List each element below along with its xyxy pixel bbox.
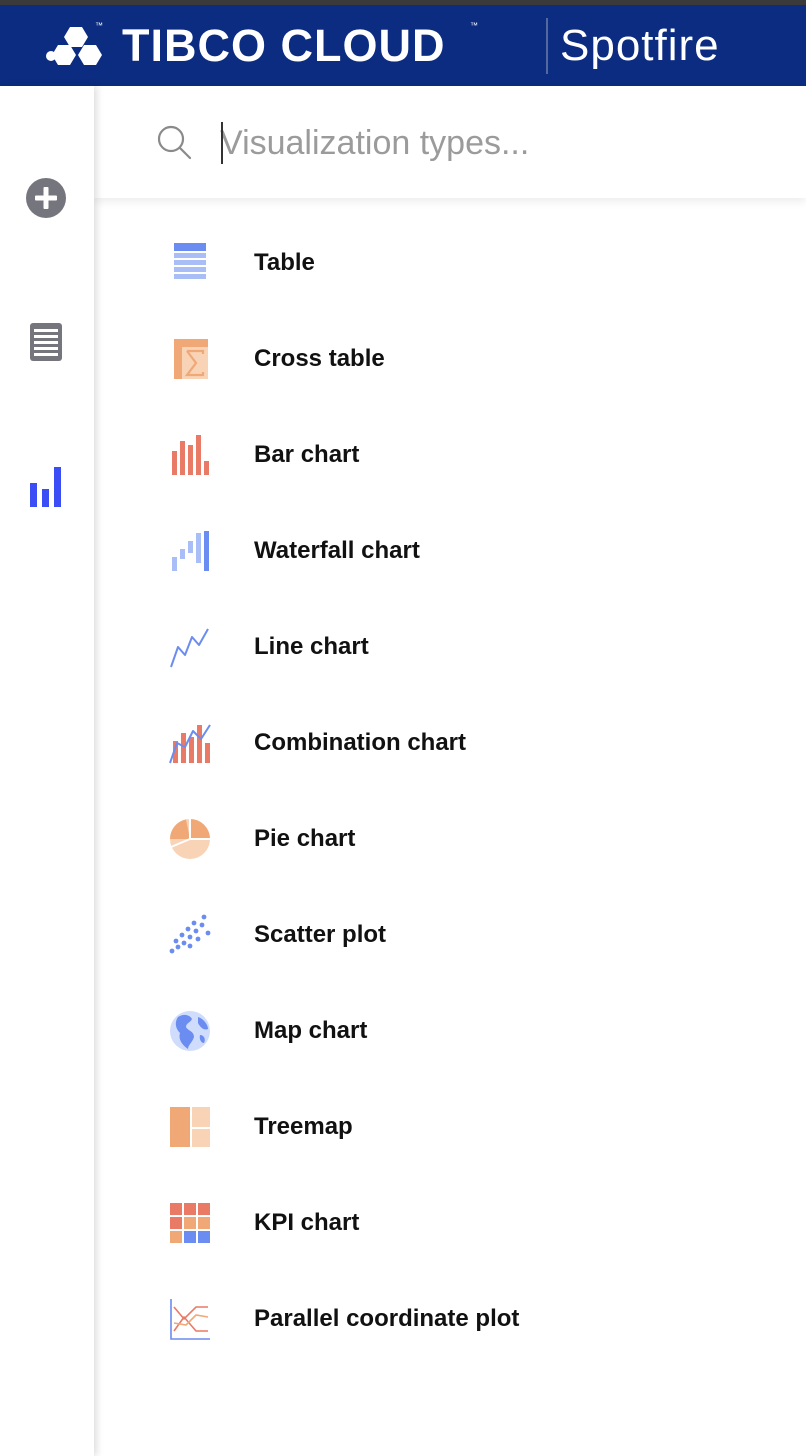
list-item-label: Scatter plot: [254, 921, 387, 948]
visualization-type-list: Table Cross table Bar chart Waterfall ch…: [94, 215, 806, 1367]
header-divider: [546, 18, 548, 74]
parallel-coordinate-plot-icon: [170, 1299, 210, 1340]
bar-chart-icon: [172, 435, 209, 475]
search-icon: [157, 125, 192, 160]
app-header: ™ TIBCO CLOUD ™ Spotfire: [0, 5, 806, 86]
list-item-bar-chart[interactable]: Bar chart: [94, 407, 806, 503]
scatter-plot-icon: [169, 914, 211, 954]
treemap-icon: [170, 1107, 210, 1147]
list-item-scatter-plot[interactable]: Scatter plot: [94, 887, 806, 983]
table-icon: [174, 243, 206, 279]
list-item-label: Bar chart: [254, 441, 360, 468]
brand-name: TIBCO CLOUD: [122, 20, 446, 71]
map-chart-icon: [170, 1011, 210, 1051]
waterfall-chart-icon: [172, 531, 209, 571]
list-item-label: Waterfall chart: [254, 537, 420, 564]
trademark-mark: ™: [95, 21, 103, 30]
line-chart-icon: [170, 628, 209, 668]
list-item-label: Combination chart: [254, 729, 467, 756]
list-item-label: Pie chart: [254, 825, 356, 852]
list-item-pie-chart[interactable]: Pie chart: [94, 791, 806, 887]
data-table-icon: [30, 323, 62, 361]
list-item-parallel-coordinate-plot[interactable]: Parallel coordinate plot: [94, 1271, 806, 1367]
list-item-table[interactable]: Table: [94, 215, 806, 311]
cross-table-icon: [174, 339, 208, 379]
list-item-line-chart[interactable]: Line chart: [94, 599, 806, 695]
list-item-label: Map chart: [254, 1017, 368, 1044]
visualizations-icon: [30, 467, 61, 507]
data-table-button[interactable]: [24, 320, 68, 364]
combination-chart-icon: [169, 724, 211, 764]
list-item-label: Table: [254, 249, 315, 276]
list-item-map-chart[interactable]: Map chart: [94, 983, 806, 1079]
text-caret: [221, 122, 223, 164]
list-item-combination-chart[interactable]: Combination chart: [94, 695, 806, 791]
list-item-waterfall-chart[interactable]: Waterfall chart: [94, 503, 806, 599]
visualizations-button[interactable]: [24, 464, 68, 508]
add-icon: [26, 178, 66, 218]
kpi-chart-icon: [170, 1203, 210, 1243]
list-item-label: Parallel coordinate plot: [254, 1305, 520, 1332]
pie-chart-icon: [170, 819, 210, 859]
add-button[interactable]: [24, 176, 68, 220]
list-item-cross-table[interactable]: Cross table: [94, 311, 806, 407]
side-rail: [0, 86, 94, 1456]
list-item-label: Line chart: [254, 633, 369, 660]
visualization-search-input[interactable]: [220, 118, 780, 168]
list-item-label: Treemap: [254, 1113, 353, 1140]
list-item-label: Cross table: [254, 345, 385, 372]
list-item-label: KPI chart: [254, 1209, 360, 1236]
list-item-treemap[interactable]: Treemap: [94, 1079, 806, 1175]
list-item-kpi-chart[interactable]: KPI chart: [94, 1175, 806, 1271]
product-name: Spotfire: [560, 21, 720, 70]
trademark-mark: ™: [470, 21, 478, 30]
